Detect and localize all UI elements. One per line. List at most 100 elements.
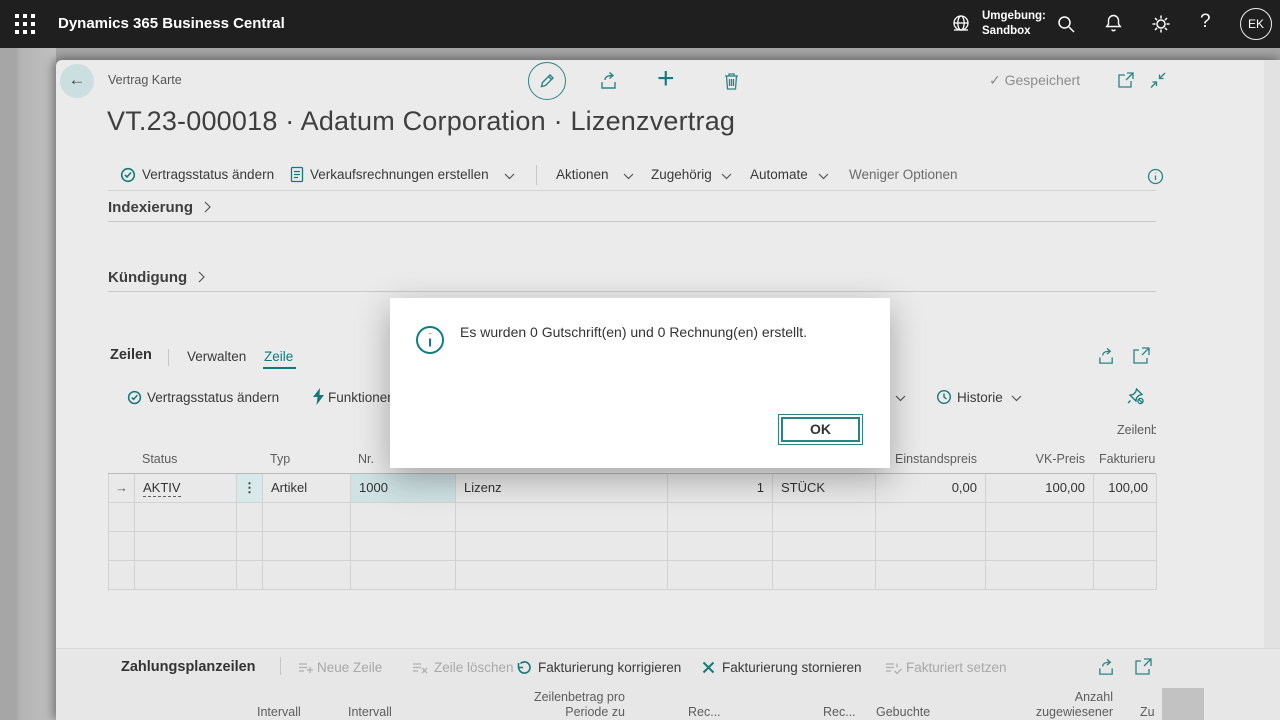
column-header-vk-preis[interactable]: VK-Preis (985, 452, 1085, 466)
collapse-button[interactable] (1149, 72, 1167, 89)
column-header-nr[interactable]: Nr. (358, 452, 374, 466)
lines-expand-button[interactable] (1132, 347, 1150, 365)
share-button[interactable] (599, 71, 619, 90)
empty-cell[interactable] (135, 532, 237, 561)
tab-zeile[interactable]: Zeile (264, 349, 293, 364)
empty-cell[interactable] (237, 532, 263, 561)
payment-column-rec-1[interactable]: Rec... (688, 705, 721, 719)
payment-column-gebuchte[interactable]: Gebuchte (876, 705, 930, 719)
environment-indicator[interactable]: Umgebung: Sandbox (982, 9, 1046, 39)
lines-action-change-contract-status[interactable]: Vertragsstatus ändern (147, 390, 279, 405)
payment-column-rec-2[interactable]: Rec... (823, 705, 856, 719)
empty-cell[interactable] (876, 532, 986, 561)
notifications-bell-icon[interactable] (1103, 13, 1124, 34)
menu-automate[interactable]: Automate (750, 167, 808, 182)
empty-cell[interactable] (456, 532, 668, 561)
empty-cell[interactable] (773, 503, 876, 532)
empty-cell[interactable] (263, 503, 351, 532)
page-scrollbar[interactable] (1264, 60, 1280, 720)
payment-column-intervall-1[interactable]: Intervall (257, 705, 301, 719)
payment-share-button[interactable] (1097, 658, 1116, 676)
payment-column-intervall-2[interactable]: Intervall (348, 705, 392, 719)
empty-cell[interactable] (237, 503, 263, 532)
empty-cell[interactable] (668, 561, 773, 590)
section-header-indexierung[interactable]: Indexierung (108, 199, 211, 216)
column-header-status[interactable]: Status (142, 452, 177, 466)
empty-cell[interactable] (109, 503, 135, 532)
empty-cell[interactable] (773, 561, 876, 590)
payment-expand-button[interactable] (1134, 658, 1152, 676)
back-button[interactable]: ← (60, 64, 94, 98)
lines-overflow-chevron-icon[interactable] (895, 395, 906, 402)
column-header-typ[interactable]: Typ (270, 452, 290, 466)
empty-cell[interactable] (135, 561, 237, 590)
cell-nr-selected[interactable]: 1000 (351, 474, 456, 503)
user-avatar[interactable]: EK (1240, 8, 1272, 40)
payment-scrollbar-thumb[interactable] (1162, 688, 1204, 720)
empty-cell[interactable] (986, 561, 1094, 590)
ribbon-overflow-chevron-icon[interactable] (504, 173, 515, 180)
cell-einstandspreis[interactable]: 0,00 (876, 474, 986, 503)
row-menu-button[interactable]: ⋮ (237, 474, 263, 503)
menu-aktionen[interactable]: Aktionen (556, 167, 609, 182)
empty-cell[interactable] (109, 532, 135, 561)
menu-zugehoerig[interactable]: Zugehörig (651, 167, 712, 182)
cell-menge[interactable]: 1 (668, 474, 773, 503)
empty-cell[interactable] (1094, 503, 1157, 532)
payment-action-neue-zeile[interactable]: Neue Zeile (317, 660, 382, 675)
empty-cell[interactable] (263, 561, 351, 590)
lines-share-button[interactable] (1097, 347, 1116, 365)
payment-action-fakturiert-setzen[interactable]: Fakturiert setzen (906, 660, 1007, 675)
empty-cell[interactable] (135, 503, 237, 532)
empty-cell[interactable] (351, 503, 456, 532)
column-header-einstandspreis[interactable]: Einstandspreis (875, 452, 977, 466)
payment-action-fakturierung-korrigieren[interactable]: Fakturierung korrigieren (538, 660, 681, 675)
empty-cell[interactable] (109, 561, 135, 590)
cell-typ[interactable]: Artikel (263, 474, 351, 503)
cell-status[interactable]: AKTIV (135, 474, 237, 503)
empty-cell[interactable] (668, 503, 773, 532)
delete-button[interactable] (722, 71, 741, 91)
empty-cell[interactable] (876, 503, 986, 532)
empty-cell[interactable] (237, 561, 263, 590)
payment-action-zeile-loeschen[interactable]: Zeile löschen (434, 660, 514, 675)
column-header-fakturierung[interactable]: Fakturierung (1099, 452, 1156, 466)
lines-action-funktionen[interactable]: Funktionen (328, 390, 395, 405)
cell-vk-preis[interactable]: 100,00 (986, 474, 1094, 503)
empty-cell[interactable] (1094, 532, 1157, 561)
app-launcher-waffle-icon[interactable] (12, 11, 38, 37)
section-header-kuendigung[interactable]: Kündigung (108, 269, 205, 286)
info-icon[interactable] (1147, 168, 1164, 185)
ribbon-action-change-contract-status[interactable]: Vertragsstatus ändern (142, 167, 274, 182)
cell-beschreibung[interactable]: Lizenz (456, 474, 668, 503)
dialog-ok-button[interactable]: OK (778, 414, 863, 445)
environment-globe-icon[interactable] (950, 13, 972, 35)
new-button[interactable]: + (657, 62, 675, 96)
help-icon[interactable]: ? (1200, 11, 1211, 33)
less-options-button[interactable]: Weniger Optionen (849, 167, 958, 182)
empty-cell[interactable] (773, 532, 876, 561)
payment-action-fakturierung-stornieren[interactable]: Fakturierung stornieren (722, 660, 862, 675)
payment-column-anzahl-zugewiesener[interactable]: Anzahl zugewiesener (963, 690, 1113, 720)
empty-cell[interactable] (986, 503, 1094, 532)
empty-cell[interactable] (456, 561, 668, 590)
pin-button[interactable] (1126, 387, 1144, 405)
empty-cell[interactable] (876, 561, 986, 590)
empty-cell[interactable] (456, 503, 668, 532)
ribbon-action-create-sales-invoices[interactable]: Verkaufsrechnungen erstellen (310, 167, 489, 182)
empty-cell[interactable] (986, 532, 1094, 561)
open-in-window-button[interactable] (1117, 72, 1135, 89)
edit-button[interactable] (528, 62, 566, 100)
search-icon[interactable] (1056, 14, 1076, 34)
empty-cell[interactable] (351, 561, 456, 590)
cell-fakturierung[interactable]: 100,00 (1094, 474, 1157, 503)
empty-cell[interactable] (1094, 561, 1157, 590)
empty-cell[interactable] (351, 532, 456, 561)
cell-einheit[interactable]: STÜCK (773, 474, 876, 503)
empty-cell[interactable] (668, 532, 773, 561)
lines-menu-historie[interactable]: Historie (957, 390, 1003, 405)
settings-gear-icon[interactable] (1151, 14, 1171, 34)
payment-column-zeilenbetrag[interactable]: Zeilenbetrag pro Periode zu (475, 690, 625, 720)
empty-cell[interactable] (263, 532, 351, 561)
payment-column-zu[interactable]: Zu (1140, 705, 1155, 719)
